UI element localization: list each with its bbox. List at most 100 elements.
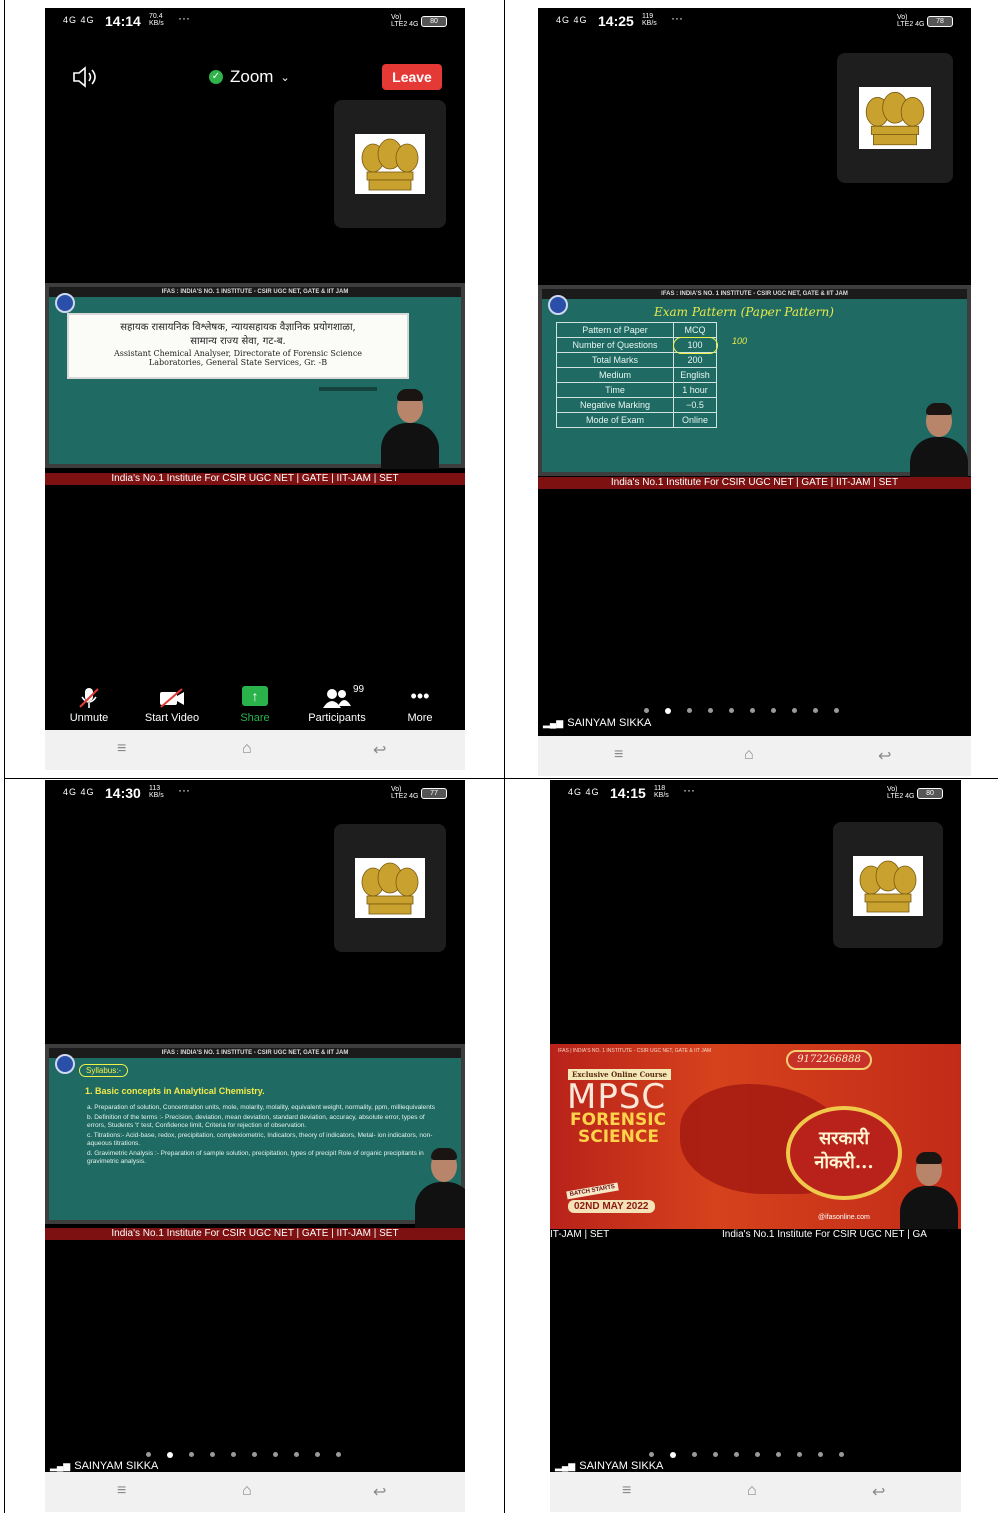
android-nav-bar: ≡ ⌂ ↩ <box>45 1472 465 1512</box>
shield-check-icon: ✓ <box>209 70 223 84</box>
news-ticker: India's No.1 Institute For CSIR UGC NET … <box>538 477 971 489</box>
page-indicator[interactable] <box>146 1452 341 1458</box>
slide-caption-tag <box>319 387 377 391</box>
network-indicator: Vo) LTE2 4G <box>391 786 419 800</box>
page-dot <box>792 708 797 713</box>
batch-date: 02ND MAY 2022 <box>568 1200 655 1213</box>
status-time: 14:14 <box>105 13 141 29</box>
back-nav-icon[interactable]: ↩ <box>878 746 891 766</box>
handwritten-title: Exam Pattern (Paper Pattern) <box>654 305 834 319</box>
table-row: Negative Marking −0.5 <box>556 397 717 413</box>
table-cell-label: Negative Marking <box>556 397 674 413</box>
android-nav-bar: ≡ ⌂ ↩ <box>45 730 465 770</box>
status-time: 14:30 <box>105 785 141 801</box>
page-dot <box>713 1452 718 1457</box>
home-nav-icon[interactable]: ⌂ <box>242 1482 252 1500</box>
participant-thumbnail[interactable] <box>334 824 446 952</box>
status-bar: 4G 4G 14:30 113 KB/s ··· Vo) LTE2 4G 77 <box>45 780 465 806</box>
more-status-icon: ··· <box>178 11 190 25</box>
more-label: More <box>407 712 433 724</box>
home-nav-icon[interactable]: ⌂ <box>747 1482 757 1500</box>
android-nav-bar: ≡ ⌂ ↩ <box>538 736 971 776</box>
page-dot <box>818 1452 823 1457</box>
table-cell-value: 1 hour <box>673 382 717 398</box>
presenter-video <box>908 401 970 483</box>
page-dot-active <box>670 1452 676 1458</box>
participants-icon: 99 <box>297 684 377 712</box>
table-cell-value: 200 <box>673 352 717 368</box>
slide-header: IFAS : INDIA'S NO. 1 INSTITUTE - CSIR UG… <box>49 287 461 297</box>
more-dots-icon: ••• <box>410 686 430 706</box>
more-button[interactable]: ••• More <box>395 686 445 724</box>
syllabus-item: a. Preparation of solution, Concentratio… <box>87 1104 435 1111</box>
back-nav-icon[interactable]: ↩ <box>872 1482 885 1502</box>
start-video-button[interactable]: Start Video <box>137 686 207 724</box>
table-cell-value: Online <box>673 412 717 428</box>
page-dot <box>294 1452 299 1457</box>
participant-thumbnail[interactable] <box>833 822 943 948</box>
grid-divider-left <box>4 0 5 1513</box>
presenter-video <box>379 387 441 469</box>
participant-thumbnail[interactable] <box>334 100 446 228</box>
table-row: Pattern of Paper MCQ <box>556 322 717 338</box>
speaker-name: SAINYAM SIKKA <box>567 717 652 729</box>
menu-nav-icon[interactable]: ≡ <box>117 740 126 758</box>
battery-icon: 80 <box>421 16 447 27</box>
website-label: @ifasonline.com <box>818 1214 870 1221</box>
share-arrow-icon: ↑ <box>242 686 268 706</box>
speaker-icon[interactable] <box>71 66 101 88</box>
table-cell-value: English <box>673 367 717 383</box>
table-cell-value: MCQ <box>673 322 717 338</box>
leave-button[interactable]: Leave <box>382 64 442 90</box>
audio-level-icon: ▂▄▆ <box>50 1461 71 1471</box>
presentation-slide: IFAS : INDIA'S NO. 1 INSTITUTE - CSIR UG… <box>45 283 465 469</box>
ticker-left: IT-JAM | SET <box>550 1229 610 1240</box>
page-dot-active <box>167 1452 173 1458</box>
signal-indicator: 4G 4G <box>556 15 588 25</box>
table-cell-label: Time <box>556 382 674 398</box>
meeting-title-dropdown[interactable]: ✓ Zoom ⌄ <box>209 66 290 88</box>
share-button[interactable]: ↑ Share <box>225 686 285 724</box>
page-dot <box>750 708 755 713</box>
home-nav-icon[interactable]: ⌂ <box>744 746 754 764</box>
slide-line: Laboratories, General State Services, Gr… <box>148 358 328 367</box>
page-dot <box>649 1452 654 1457</box>
home-nav-icon[interactable]: ⌂ <box>242 740 252 758</box>
status-bar: 4G 4G 14:14 70.4 KB/s ··· Vo) LTE2 4G 80 <box>45 8 465 34</box>
participants-label: Participants <box>308 712 366 724</box>
page-indicator[interactable] <box>649 1452 844 1458</box>
ifas-logo <box>55 1054 75 1074</box>
syllabus-body: a. Preparation of solution, Concentratio… <box>87 1104 437 1166</box>
participant-thumbnail[interactable] <box>837 53 953 183</box>
menu-nav-icon[interactable]: ≡ <box>622 1482 631 1500</box>
state-emblem-image <box>853 856 923 916</box>
unmute-button[interactable]: Unmute <box>59 686 119 724</box>
status-time: 14:25 <box>598 13 634 29</box>
exam-pattern-table: Pattern of Paper MCQ Number of Questions 10… <box>556 322 718 428</box>
phone-screen-promo: 4G 4G 14:15 118 KB/s ··· Vo) LTE2 4G 80 … <box>550 780 961 1512</box>
table-cell-label: Number of Questions <box>556 337 674 353</box>
ifas-logo <box>55 293 75 313</box>
page-dot <box>771 708 776 713</box>
page-dot <box>231 1452 236 1457</box>
unmute-label: Unmute <box>69 712 109 724</box>
table-row: Medium English <box>556 367 717 383</box>
table-row: Number of Questions 100 <box>556 336 718 354</box>
table-cell-label: Mode of Exam <box>556 412 674 428</box>
signal-indicator: 4G 4G <box>63 15 95 25</box>
speaker-name: SAINYAM SIKKA <box>74 1460 159 1472</box>
back-nav-icon[interactable]: ↩ <box>373 740 386 760</box>
state-emblem-image <box>355 134 425 194</box>
network-indicator: Vo) LTE2 4G <box>887 786 915 800</box>
promo-header: IFAS | INDIA'S NO. 1 INSTITUTE - CSIR UG… <box>558 1048 712 1054</box>
more-status-icon: ··· <box>178 783 190 797</box>
sarkari-text: सरकारी <box>818 1128 870 1149</box>
menu-nav-icon[interactable]: ≡ <box>117 1482 126 1500</box>
menu-nav-icon[interactable]: ≡ <box>614 746 623 764</box>
page-indicator[interactable] <box>644 708 839 714</box>
participants-button[interactable]: 99 Participants <box>297 684 377 724</box>
page-dot <box>734 1452 739 1457</box>
back-nav-icon[interactable]: ↩ <box>373 1482 386 1502</box>
battery-icon: 77 <box>421 788 447 799</box>
slide-header: IFAS : INDIA'S NO. 1 INSTITUTE - CSIR UG… <box>542 289 967 299</box>
